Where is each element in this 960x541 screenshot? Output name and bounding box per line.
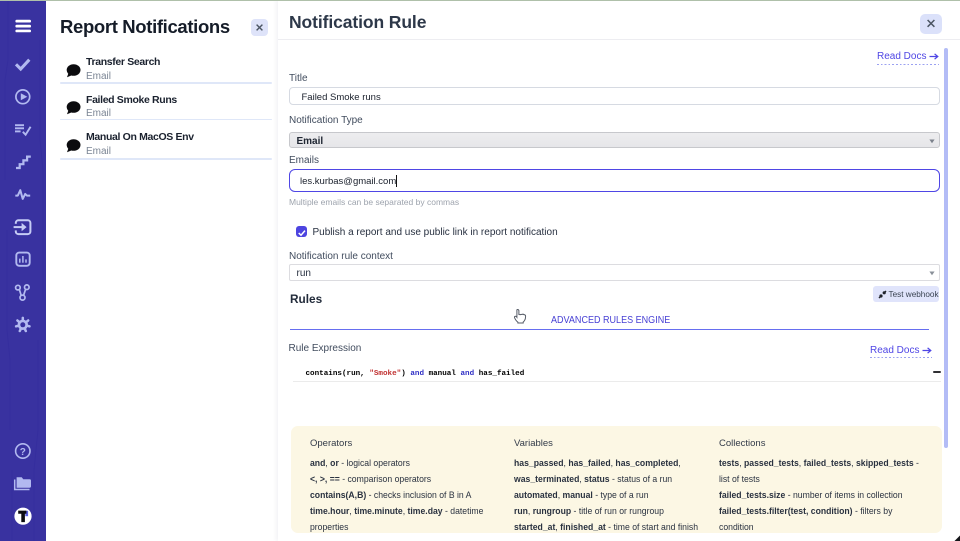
- svg-text:?: ?: [20, 447, 26, 458]
